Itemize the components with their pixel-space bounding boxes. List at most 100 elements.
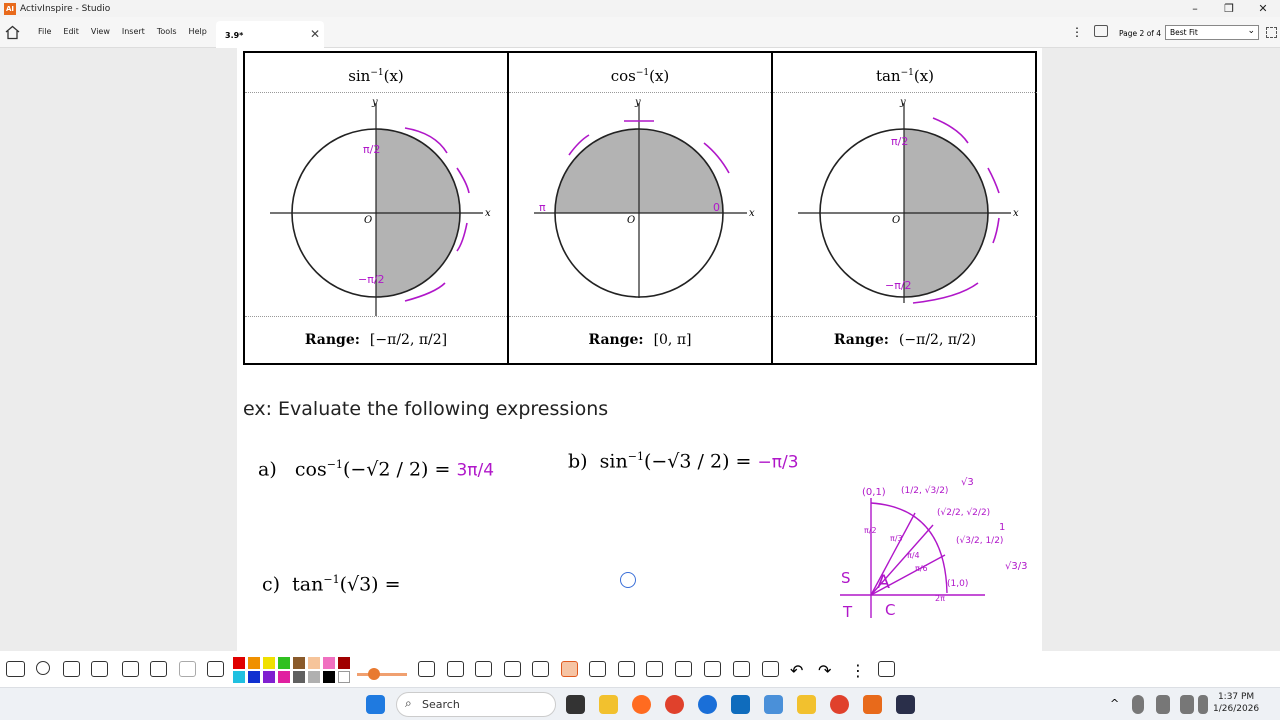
pen-width-slider[interactable]: [357, 673, 407, 676]
svg-text:A: A: [877, 571, 890, 593]
app-icon[interactable]: [764, 695, 783, 714]
more-options-icon[interactable]: ⋮: [1071, 25, 1083, 39]
zoom-select[interactable]: Best Fit ⌄: [1165, 25, 1259, 40]
menu-help[interactable]: Help: [183, 27, 213, 36]
color-darkred[interactable]: [338, 657, 350, 669]
obs-icon[interactable]: [896, 695, 915, 714]
flipchart-page[interactable]: sin−1(x) x y O π/2 −π/2 Range: [−π/2, π/2…: [237, 48, 1042, 651]
answer-b: −π/3: [757, 452, 799, 473]
menu-insert[interactable]: Insert: [116, 27, 151, 36]
page-reset-icon[interactable]: [762, 661, 779, 677]
answer-a: 3π/4: [456, 460, 495, 481]
fullscreen-icon[interactable]: [1266, 27, 1277, 38]
home-icon[interactable]: [5, 25, 20, 40]
color-green[interactable]: [278, 657, 290, 669]
svg-text:O: O: [627, 215, 635, 226]
color-lightgray[interactable]: [308, 671, 320, 683]
fill-icon[interactable]: [589, 661, 606, 677]
activinspire-icon[interactable]: [863, 695, 882, 714]
color-magenta[interactable]: [278, 671, 290, 683]
next-page-icon[interactable]: [150, 661, 167, 677]
unit-circle-cos: x y O π 0: [534, 97, 755, 298]
document-tab[interactable]: 3.9* ✕: [216, 21, 324, 48]
clock[interactable]: 1:37 PM 1/26/2026: [1213, 691, 1259, 715]
task-view-icon[interactable]: [566, 695, 585, 714]
color-yellow[interactable]: [263, 657, 275, 669]
color-orange[interactable]: [248, 657, 260, 669]
tools-icon[interactable]: [475, 661, 492, 677]
browser-icon[interactable]: [63, 661, 80, 677]
range-cos: Range: [0, π]: [509, 316, 771, 363]
unit-circle-sin: x y O π/2 −π/2: [270, 97, 491, 316]
table-column-tan: tan−1(x) x y O π/2 −π/2 Range: (−π/2, π/2…: [773, 53, 1037, 363]
text-icon[interactable]: [704, 661, 721, 677]
clear-icon[interactable]: [733, 661, 750, 677]
pen-tray-icon[interactable]: [1156, 695, 1170, 714]
main-menu-icon[interactable]: [6, 661, 25, 677]
svg-text:π/2: π/2: [363, 143, 380, 156]
table-column-cos: cos−1(x) x y O π 0 Range: [0, π]: [509, 53, 773, 363]
svg-text:C: C: [885, 601, 895, 619]
example-title: ex: Evaluate the following expressions: [243, 398, 609, 420]
eraser-icon[interactable]: [561, 661, 578, 677]
color-brown[interactable]: [293, 657, 305, 669]
connector-icon[interactable]: [646, 661, 663, 677]
menu-view[interactable]: View: [85, 27, 116, 36]
chrome-icon[interactable]: [665, 695, 684, 714]
start-icon[interactable]: [366, 695, 385, 714]
network-icon[interactable]: [1180, 695, 1194, 714]
color-red[interactable]: [233, 657, 245, 669]
shape-icon[interactable]: [618, 661, 635, 677]
insert-image-icon[interactable]: [675, 661, 692, 677]
previous-page-icon[interactable]: [122, 661, 139, 677]
tab-close-icon[interactable]: ✕: [310, 27, 320, 41]
color-black[interactable]: [323, 671, 335, 683]
restore-button[interactable]: ❐: [1212, 0, 1246, 17]
file-explorer-icon[interactable]: [599, 695, 618, 714]
menu-file[interactable]: File: [32, 27, 57, 36]
chevron-up-icon[interactable]: ^: [1110, 697, 1119, 710]
chrome-profile-icon[interactable]: [830, 695, 849, 714]
select-icon[interactable]: [447, 661, 464, 677]
menu-edit[interactable]: Edit: [57, 27, 85, 36]
svg-text:y: y: [371, 97, 378, 108]
microphone-icon[interactable]: [1132, 695, 1144, 714]
presentation-mode-icon[interactable]: [91, 661, 108, 677]
color-peach[interactable]: [308, 657, 320, 669]
pen-icon[interactable]: [504, 661, 521, 677]
color-pink[interactable]: [323, 657, 335, 669]
color-white[interactable]: [338, 671, 350, 683]
user-icon[interactable]: [36, 661, 50, 675]
color-purple[interactable]: [263, 671, 275, 683]
color-gray[interactable]: [293, 671, 305, 683]
problem-c: c) tan−1(√3) =: [262, 573, 401, 596]
search-icon: ⌕: [405, 696, 412, 710]
notes-icon[interactable]: [797, 695, 816, 714]
redo-icon[interactable]: ↷: [818, 661, 835, 680]
svg-text:(√2/2, √2/2): (√2/2, √2/2): [937, 507, 990, 518]
close-button[interactable]: ✕: [1246, 0, 1280, 17]
presentation-icon[interactable]: [1094, 25, 1108, 37]
svg-text:π/3: π/3: [890, 534, 903, 543]
volume-icon[interactable]: [1198, 695, 1208, 714]
undo-page-icon[interactable]: [179, 661, 196, 677]
column-header: tan−1(x): [773, 53, 1037, 93]
undo-icon[interactable]: ↶: [790, 661, 807, 680]
toolbox-toggle-icon[interactable]: [878, 661, 895, 677]
edge-icon[interactable]: [698, 695, 717, 714]
svg-text:(√3/2, 1/2): (√3/2, 1/2): [956, 535, 1003, 546]
menu-tools[interactable]: Tools: [151, 27, 183, 36]
color-cyan[interactable]: [233, 671, 245, 683]
page-info: Page 2 of 4: [1119, 29, 1162, 38]
camera-icon[interactable]: [418, 661, 435, 677]
color-blue[interactable]: [248, 671, 260, 683]
outlook-icon[interactable]: [731, 695, 750, 714]
minimize-button[interactable]: –: [1178, 0, 1212, 17]
svg-text:π/2: π/2: [864, 526, 877, 535]
slider-handle[interactable]: [368, 668, 380, 680]
help-icon[interactable]: [207, 661, 224, 677]
highlighter-icon[interactable]: [532, 661, 549, 677]
more-icon[interactable]: ⋮: [850, 661, 867, 680]
firefox-icon[interactable]: [632, 695, 651, 714]
search-box[interactable]: ⌕ Search: [396, 692, 556, 717]
